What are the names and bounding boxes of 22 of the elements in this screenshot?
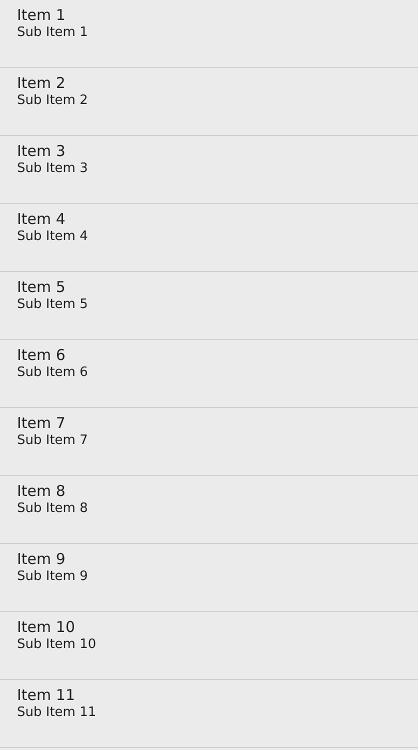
item-subtitle: Sub Item 8	[17, 501, 88, 517]
item-subtitle: Sub Item 10	[17, 637, 96, 653]
item-title: Item 8	[17, 482, 66, 501]
item-title: Item 2	[17, 74, 66, 93]
item-title: Item 3	[17, 142, 66, 161]
item-subtitle: Sub Item 1	[17, 25, 88, 41]
item-subtitle: Sub Item 6	[17, 365, 88, 381]
item-subtitle: Sub Item 5	[17, 297, 88, 313]
item-subtitle: Sub Item 4	[17, 229, 88, 245]
item-title: Item 5	[17, 278, 66, 297]
item-title: Item 9	[17, 550, 66, 569]
item-title: Item 6	[17, 346, 66, 365]
item-subtitle: Sub Item 3	[17, 161, 88, 177]
item-title: Item 7	[17, 414, 66, 433]
item-title: Item 1	[17, 6, 66, 25]
item-subtitle: Sub Item 9	[17, 569, 88, 585]
item-title: Item 4	[17, 210, 66, 229]
item-title: Item 10	[17, 618, 76, 637]
item-subtitle: Sub Item 11	[17, 705, 96, 721]
item-subtitle: Sub Item 2	[17, 93, 88, 109]
item-subtitle: Sub Item 7	[17, 433, 88, 449]
item-title: Item 11	[17, 686, 76, 705]
